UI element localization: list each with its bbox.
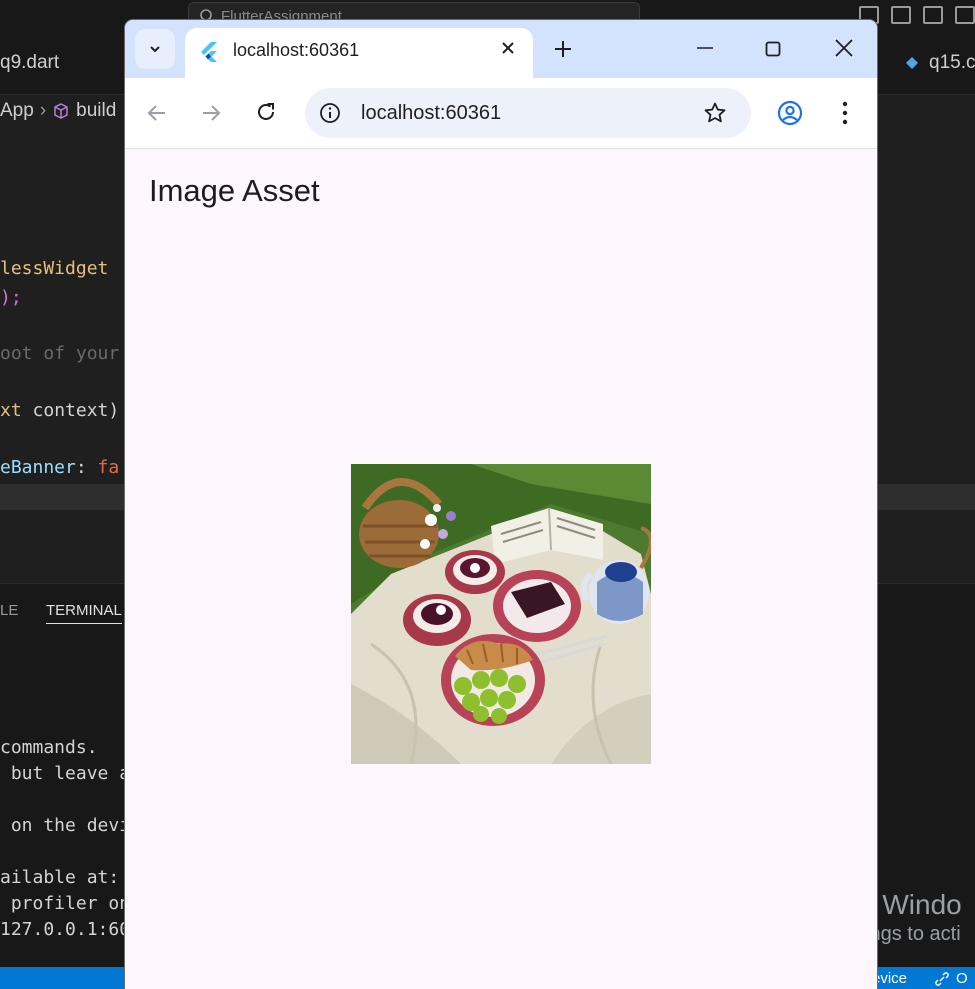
chevron-down-icon: [150, 46, 160, 53]
panel-tab-console[interactable]: LE: [0, 602, 18, 619]
breadcrumb-app[interactable]: App: [0, 100, 34, 122]
code-token: xt: [0, 400, 22, 421]
more-options-icon[interactable]: [834, 100, 856, 126]
cube-icon: [54, 103, 68, 119]
code-token: eBanner: [0, 457, 76, 478]
link-icon: [935, 971, 949, 986]
browser-window: localhost:60361 localhost:60361 Image As…: [125, 20, 877, 989]
editor-tab-label: q15.c: [929, 52, 975, 73]
tab-strip: localhost:60361: [125, 20, 877, 78]
panel-tab-terminal[interactable]: TERMINAL: [46, 602, 122, 624]
profile-icon[interactable]: [777, 100, 803, 126]
maximize-icon[interactable]: [765, 41, 781, 57]
browser-tab[interactable]: localhost:60361: [185, 28, 533, 78]
code-line: lessWidget: [0, 258, 109, 279]
address-bar[interactable]: localhost:60361: [305, 88, 751, 138]
code-line: xt context): [0, 400, 119, 421]
flutter-icon: [201, 42, 217, 62]
toggle-panel-icon[interactable]: [923, 6, 943, 24]
page-content: Image Asset: [125, 149, 877, 989]
new-tab-icon[interactable]: [553, 39, 573, 59]
back-arrow-icon[interactable]: [146, 102, 168, 124]
terminal-line: profiler on: [0, 893, 131, 914]
terminal-line: 127.0.0.1:60: [0, 919, 131, 940]
bookmark-star-icon[interactable]: [703, 101, 727, 125]
code-line: eBanner: fa: [0, 457, 119, 478]
tab-search-button[interactable]: [135, 29, 175, 69]
reload-icon[interactable]: [255, 101, 277, 123]
picnic-photo: [351, 464, 651, 764]
url-text[interactable]: localhost:60361: [361, 102, 501, 125]
app-bar-title: Image Asset: [149, 173, 320, 208]
toggle-secondary-sidebar-icon[interactable]: [955, 6, 975, 24]
code-comment: oot of your: [0, 343, 120, 364]
code-token: fa: [97, 457, 120, 478]
site-info-icon[interactable]: [319, 102, 341, 124]
breadcrumb-build[interactable]: build: [76, 100, 116, 122]
terminal-line: ailable at:: [0, 867, 120, 888]
code-token: :: [75, 457, 98, 478]
status-item[interactable]: O: [934, 970, 968, 987]
status-device[interactable]: evice: [872, 970, 907, 987]
editor-tab-q9[interactable]: q9.dart: [0, 52, 59, 74]
terminal-line: commands.: [0, 737, 98, 758]
forward-arrow-icon[interactable]: [200, 102, 222, 124]
terminal-line: on the devi: [0, 815, 131, 836]
close-tab-icon[interactable]: [499, 39, 517, 57]
terminal-line: but leave a: [0, 763, 131, 784]
toggle-sidebar-icon[interactable]: [891, 6, 911, 24]
editor-tab-q15[interactable]: q15.c: [903, 52, 975, 74]
minimize-icon[interactable]: [696, 38, 714, 58]
code-line: );: [0, 287, 22, 308]
close-window-icon[interactable]: [834, 38, 854, 58]
status-item-label: O: [956, 970, 968, 987]
browser-toolbar: localhost:60361: [125, 78, 877, 149]
chevron-right-icon: ›: [39, 100, 47, 121]
code-token: context): [21, 400, 120, 421]
tab-title: localhost:60361: [233, 40, 360, 60]
dart-file-icon: [906, 57, 918, 69]
breadcrumb: App › build: [0, 100, 116, 122]
